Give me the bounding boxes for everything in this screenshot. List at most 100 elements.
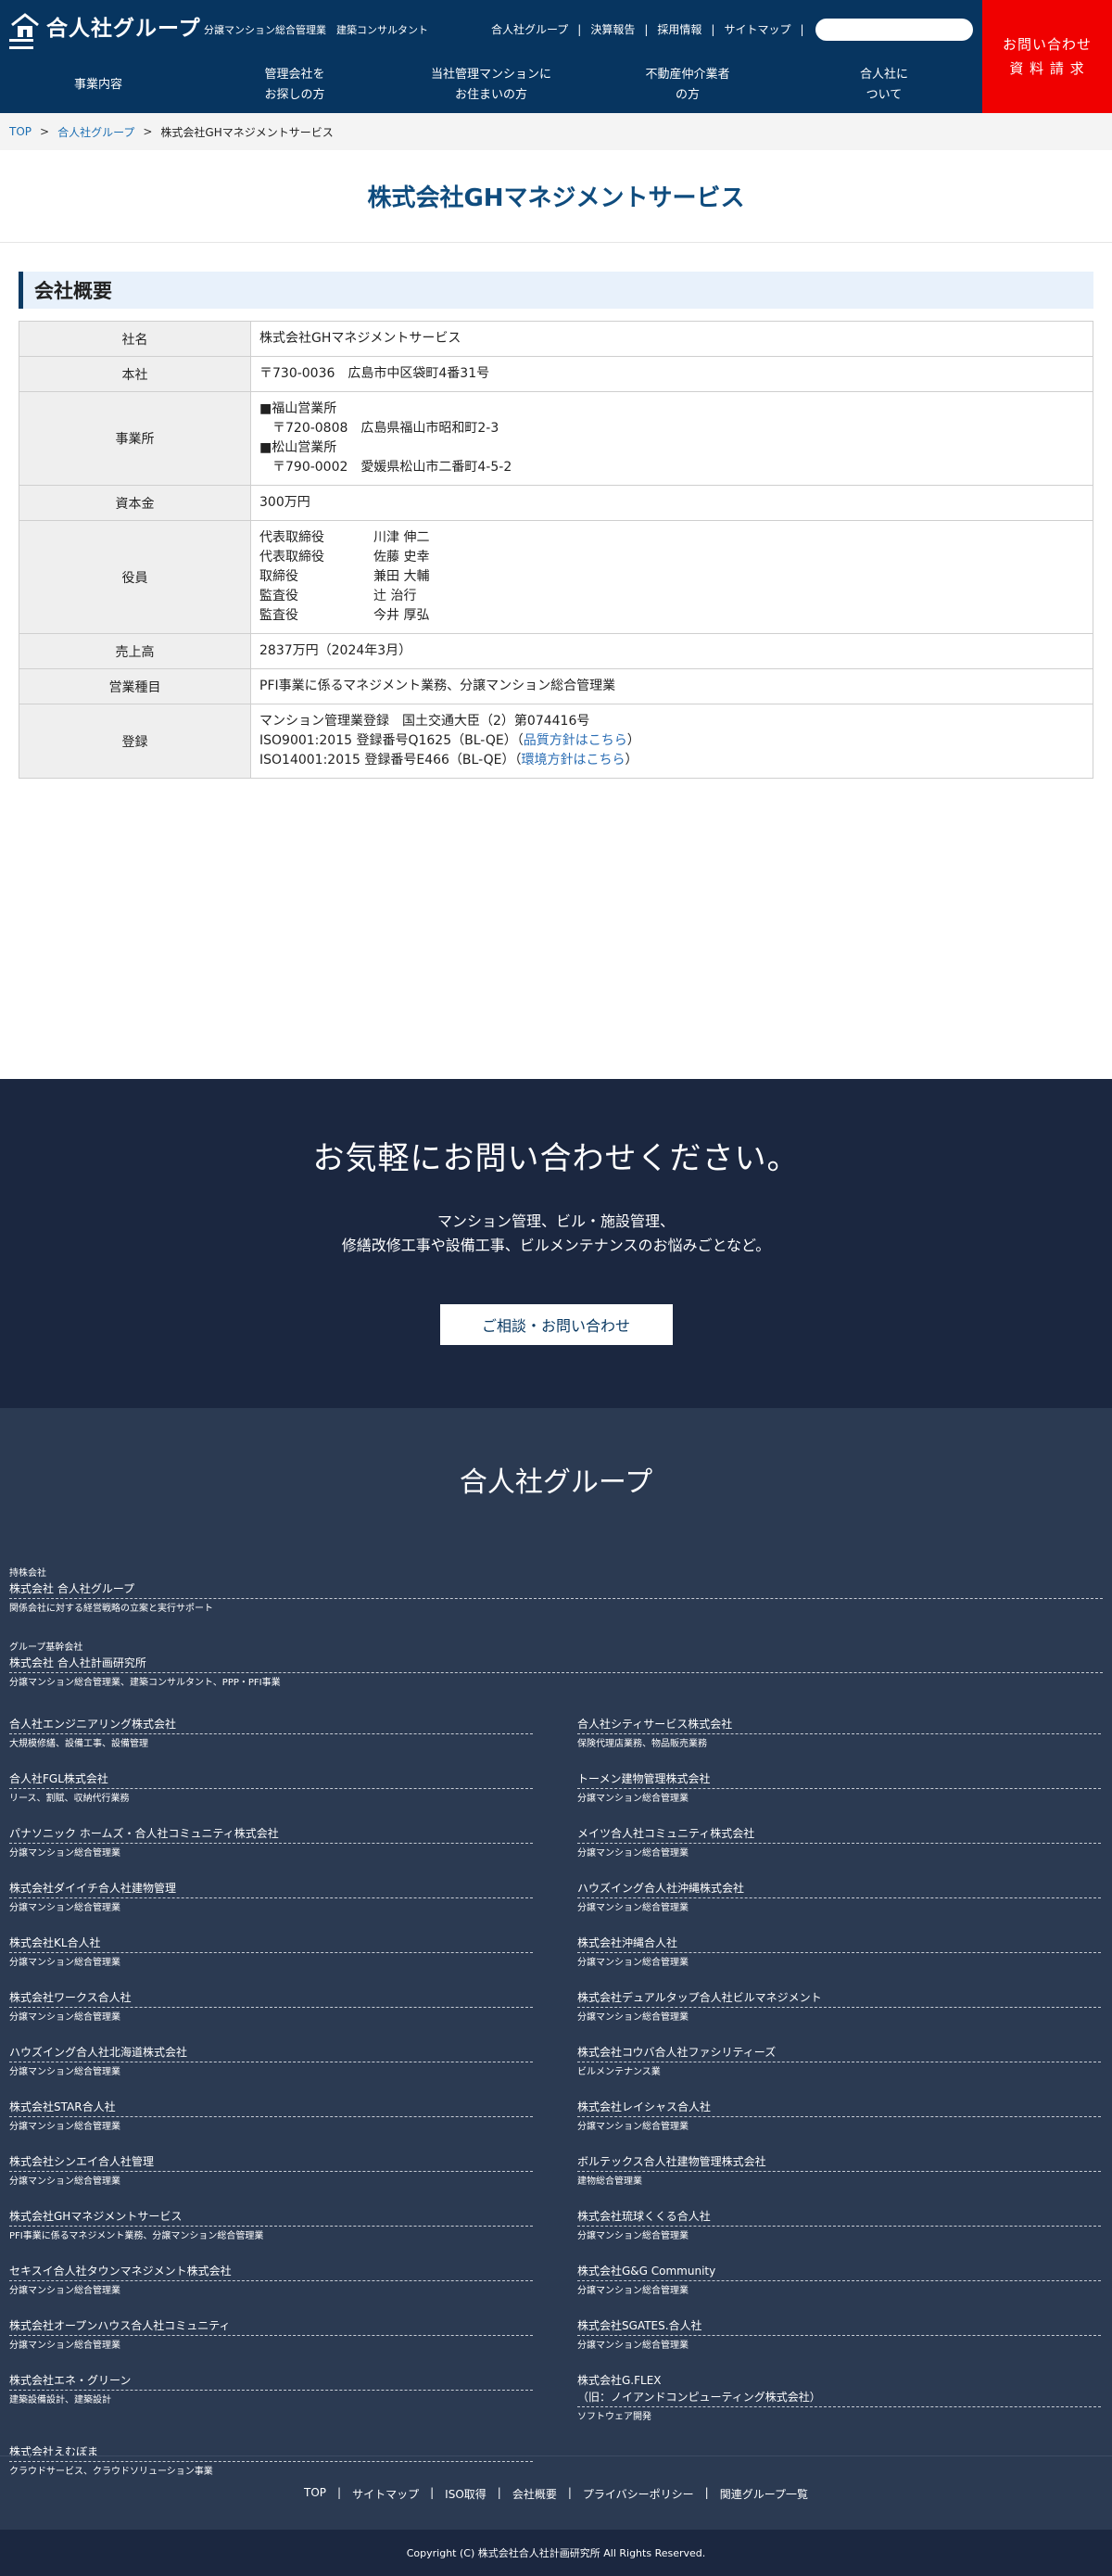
search-input[interactable] xyxy=(815,19,973,41)
footer-link[interactable]: プライバシーポリシー xyxy=(583,2486,694,2502)
registration-line: マンション管理業登録 国土交通大臣（2）第074416号 xyxy=(259,714,590,729)
breadcrumb-separator: > xyxy=(40,125,50,138)
footer-heading: 合人社グループ xyxy=(459,1466,653,1499)
site-logo[interactable]: 合人社グループ xyxy=(9,10,201,42)
table-row: 営業種目 PFI事業に係るマネジメント業務、分譲マンション総合管理業 xyxy=(19,668,1093,704)
breadcrumb-group[interactable]: 合人社グループ xyxy=(57,124,134,140)
company-link[interactable]: 合人社FGL株式会社 xyxy=(9,1770,533,1789)
contact-request-button[interactable]: お問い合わせ 資 料 請 求 xyxy=(982,0,1112,113)
nav-real-estate-agents[interactable]: 不動産仲介業者 の方 xyxy=(589,57,786,113)
company-desc: 分譲マンション総合管理業 xyxy=(577,2122,689,2132)
company-link[interactable]: メイツ合人社コミュニティ株式会社 xyxy=(577,1825,1101,1844)
paren-close: ） xyxy=(625,753,638,768)
breadcrumb-top[interactable]: TOP xyxy=(9,125,32,138)
list-item: 株式会社シンエイ合人社管理 分譲マンション総合管理業 xyxy=(9,2153,533,2189)
company-desc: 分譲マンション総合管理業、建築コンサルタント、PPP・PFI事業 xyxy=(9,1678,281,1688)
company-link[interactable]: 株式会社G.FLEX （旧：ノイアンドコンピューティング株式会社） xyxy=(577,2372,1101,2407)
footer-link[interactable]: 関連グループ一覧 xyxy=(720,2486,808,2502)
company-link[interactable]: セキスイ合人社タウンマネジメント株式会社 xyxy=(9,2263,533,2281)
footer-link[interactable]: サイトマップ xyxy=(352,2486,419,2502)
list-item: 株式会社STAR合人社 分譲マンション総合管理業 xyxy=(9,2099,533,2134)
row-value-offices: ■福山営業所 〒720-0808 広島県福山市昭和町2-3 ■松山営業所 〒79… xyxy=(250,391,1093,486)
row-value-officers: 代表取締役 川津 伸二 代表取締役 佐藤 史幸 取締役 兼田 大輔 監査役辻 治行 監… xyxy=(250,520,1093,634)
company-link[interactable]: 株式会社ダイイチ合人社建物管理 xyxy=(9,1880,533,1898)
company-link[interactable]: パナソニック ホームズ・合人社コミュニティ株式会社 xyxy=(9,1825,533,1844)
environment-policy-link[interactable]: 環境方針はこちら xyxy=(522,753,626,768)
nav-business[interactable]: 事業内容 xyxy=(0,57,196,113)
footer-link[interactable]: ISO取得 xyxy=(445,2486,486,2502)
list-item: 合人社FGL株式会社 リース、割賦、収納代行業務 xyxy=(9,1770,533,1806)
company-link[interactable]: 株式会社KL合人社 xyxy=(9,1935,533,1953)
nav-residents[interactable]: 当社管理マンションに お住まいの方 xyxy=(393,57,589,113)
company-link[interactable]: 株式会社GHマネジメントサービス xyxy=(9,2208,533,2227)
util-link-financial[interactable]: 決算報告 xyxy=(590,21,635,37)
list-item: ボルテックス合人社建物管理株式会社 建物総合管理業 xyxy=(577,2153,1101,2189)
contact-heading: お気軽にお問い合わせください。 xyxy=(312,1140,800,1177)
company-link[interactable]: 株式会社レイシャス合人社 xyxy=(577,2099,1101,2117)
company-link[interactable]: 株式会社STAR合人社 xyxy=(9,2099,533,2117)
util-link-recruit[interactable]: 採用情報 xyxy=(657,21,701,37)
consultation-button[interactable]: ご相談・お問い合わせ xyxy=(439,1304,673,1345)
util-link-group[interactable]: 合人社グループ xyxy=(491,21,568,37)
company-desc: 保険代理店業務、物品販売業務 xyxy=(577,1739,707,1749)
company-desc: 分譲マンション総合管理業 xyxy=(9,1903,120,1913)
row-value-capital: 300万円 xyxy=(250,485,1093,521)
company-link[interactable]: ハウズイング合人社沖縄株式会社 xyxy=(577,1880,1101,1898)
company-profile-table: 社名 株式会社GHマネジメントサービス 本社 〒730-0036 広島市中区袋町… xyxy=(19,321,1093,779)
company-link[interactable]: 株式会社シンエイ合人社管理 xyxy=(9,2153,533,2172)
list-item: 株式会社SGATES.合人社 分譲マンション総合管理業 xyxy=(577,2317,1101,2353)
company-link[interactable]: 株式会社SGATES.合人社 xyxy=(577,2317,1101,2336)
company-link[interactable]: ボルテックス合人社建物管理株式会社 xyxy=(577,2153,1101,2172)
company-desc: 分譲マンション総合管理業 xyxy=(577,1958,689,1968)
logo-house-icon xyxy=(9,12,41,40)
company-link[interactable]: 株式会社デュアルタップ合人社ビルマネジメント xyxy=(577,1989,1101,2008)
company-link[interactable]: 合人社エンジニアリング株式会社 xyxy=(9,1716,533,1734)
registration-line: ISO14001:2015 登録番号E466（BL-QE）（環境方針はこちら） xyxy=(259,751,1084,770)
company-link[interactable]: 株式会社琉球くくる合人社 xyxy=(577,2208,1101,2227)
contact-text-line: マンション管理、ビル・施設管理、 xyxy=(436,1212,675,1230)
company-link[interactable]: 株式会社オープンハウス合人社コミュニティ xyxy=(9,2317,533,2336)
page-title: 株式会社GHマネジメントサービス xyxy=(0,150,1112,243)
contact-text-line: 修繕改修工事や設備工事、ビルメンテナンスのお悩みごとなど。 xyxy=(341,1237,771,1254)
row-label-officers: 役員 xyxy=(19,520,251,634)
company-link[interactable]: 株式会社 合人社グループ xyxy=(9,1580,1103,1599)
table-row: 社名 株式会社GHマネジメントサービス xyxy=(19,321,1093,357)
row-value-registration: マンション管理業登録 国土交通大臣（2）第074416号 ISO9001:201… xyxy=(250,704,1093,779)
divider: | xyxy=(577,22,582,36)
company-link[interactable]: 株式会社 合人社計画研究所 xyxy=(9,1655,1103,1673)
list-item: 株式会社エネ・グリーン 建築設備設計、建築設計 xyxy=(9,2372,533,2424)
list-item: 株式会社G&G Community 分譲マンション総合管理業 xyxy=(577,2263,1101,2298)
group-company-list: 持株会社 株式会社 合人社グループ 関係会社に対する経営戦略の立案と実行サポート… xyxy=(9,1567,1103,2498)
nav-looking-for-manager[interactable]: 管理会社を お探しの方 xyxy=(196,57,393,113)
company-link[interactable]: 合人社シティサービス株式会社 xyxy=(577,1716,1101,1734)
divider: | xyxy=(711,22,715,36)
company-link[interactable]: 株式会社コウバ合人社ファシリティーズ xyxy=(577,2044,1101,2062)
list-item: 株式会社オープンハウス合人社コミュニティ 分譲マンション総合管理業 xyxy=(9,2317,533,2353)
table-row: 売上高 2837万円（2024年3月） xyxy=(19,633,1093,669)
list-item: 株式会社えむぼま クラウドサービス、クラウドソリューション事業 xyxy=(9,2443,533,2479)
quality-policy-link[interactable]: 品質方針はこちら xyxy=(524,733,627,748)
nav-about[interactable]: 合人社に ついて xyxy=(786,57,982,113)
company-link[interactable]: 株式会社えむぼま xyxy=(9,2443,533,2462)
list-item: ハウズイング合人社北海道株式会社分譲マンション総合管理業 xyxy=(9,2044,533,2079)
row-label-registration: 登録 xyxy=(19,704,251,779)
divider: | xyxy=(644,22,649,36)
util-link-sitemap[interactable]: サイトマップ xyxy=(724,21,790,37)
company-link[interactable]: 株式会社ワークス合人社 xyxy=(9,1989,533,2008)
row-value-hq: 〒730-0036 広島市中区袋町4番31号 xyxy=(250,356,1093,392)
row-label-business: 営業種目 xyxy=(19,668,251,704)
company-desc: 分譲マンション総合管理業 xyxy=(9,2067,120,2077)
iso9001-text: ISO9001:2015 登録番号Q1625（BL-QE）（ xyxy=(259,733,524,748)
footer-nav: TOP | サイトマップ | ISO取得 | 会社概要 | プライバシーポリシー | 関連グループ一… xyxy=(0,2486,1112,2502)
company-link[interactable]: トーメン建物管理株式会社 xyxy=(577,1770,1101,1789)
company-link[interactable]: 株式会社沖縄合人社 xyxy=(577,1935,1101,1953)
list-item: 株式会社ダイイチ合人社建物管理分譲マンション総合管理業 xyxy=(9,1880,533,1915)
footer-link[interactable]: 会社概要 xyxy=(512,2486,557,2502)
company-link[interactable]: 株式会社G&G Community xyxy=(577,2263,1101,2281)
footer-link[interactable]: TOP xyxy=(304,2486,326,2502)
main-content: 会社概要 社名 株式会社GHマネジメントサービス 本社 〒730-0036 広島… xyxy=(0,243,1112,1079)
company-desc: ビルメンテナンス業 xyxy=(577,2067,661,2077)
company-link[interactable]: 株式会社エネ・グリーン xyxy=(9,2372,533,2391)
hamburger-menu-icon[interactable] xyxy=(9,39,33,57)
company-link[interactable]: ハウズイング合人社北海道株式会社 xyxy=(9,2044,533,2062)
